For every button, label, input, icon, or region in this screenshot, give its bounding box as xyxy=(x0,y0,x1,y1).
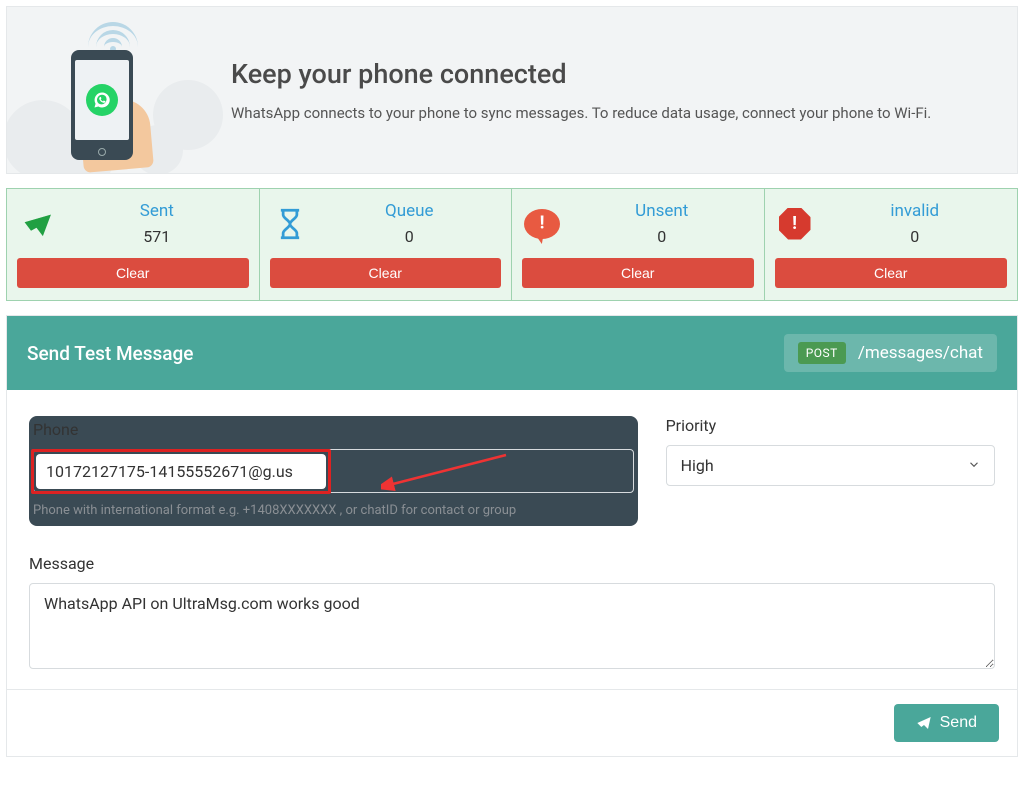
hourglass-icon xyxy=(270,204,310,244)
phone-label: Phone xyxy=(33,420,78,439)
clear-button[interactable]: Clear xyxy=(270,258,502,288)
priority-label: Priority xyxy=(666,416,995,435)
stat-title: Queue xyxy=(318,201,502,221)
panel-footer: Send xyxy=(7,689,1017,756)
send-test-panel: Send Test Message POST /messages/chat Ph… xyxy=(6,315,1018,757)
phone-input[interactable] xyxy=(36,454,326,489)
send-button-label: Send xyxy=(940,714,977,732)
stat-card-unsent: ! Unsent 0 Clear xyxy=(512,189,765,300)
stat-card-queue: Queue 0 Clear xyxy=(260,189,513,300)
stats-row: Sent 571 Clear Queue 0 Clear ! Unsent 0 xyxy=(6,188,1018,301)
priority-select[interactable]: High xyxy=(666,445,995,486)
banner-subtitle: WhatsApp connects to your phone to sync … xyxy=(231,104,931,122)
clear-button[interactable]: Clear xyxy=(775,258,1008,288)
banner-title: Keep your phone connected xyxy=(231,58,931,90)
stat-title: invalid xyxy=(823,201,1008,221)
stat-value: 0 xyxy=(318,227,502,246)
stat-value: 0 xyxy=(570,227,754,246)
panel-title: Send Test Message xyxy=(27,342,194,365)
paper-plane-icon xyxy=(916,715,932,731)
banner-illustration xyxy=(23,20,203,160)
whatsapp-icon xyxy=(86,84,118,116)
stat-card-invalid: ! invalid 0 Clear xyxy=(765,189,1018,300)
clear-button[interactable]: Clear xyxy=(17,258,249,288)
http-method-tag: POST xyxy=(798,342,846,364)
clear-button[interactable]: Clear xyxy=(522,258,754,288)
stat-value: 0 xyxy=(823,227,1008,246)
stat-value: 571 xyxy=(65,227,249,246)
panel-header: Send Test Message POST /messages/chat xyxy=(7,316,1017,390)
stop-warning-icon: ! xyxy=(775,204,815,244)
message-textarea[interactable]: WhatsApp API on UltraMsg.com works good xyxy=(29,583,995,669)
endpoint-path: /messages/chat xyxy=(858,343,983,363)
phone-highlight-annotation xyxy=(31,449,331,494)
message-label: Message xyxy=(29,554,995,573)
priority-field-group: Priority High xyxy=(666,416,995,526)
message-field-group: Message WhatsApp API on UltraMsg.com wor… xyxy=(29,554,995,669)
stat-title: Sent xyxy=(65,201,249,221)
phone-field-group: Phone Phone with international form xyxy=(29,416,638,526)
warning-bubble-icon: ! xyxy=(522,204,562,244)
stat-card-sent: Sent 571 Clear xyxy=(7,189,260,300)
send-button[interactable]: Send xyxy=(894,704,999,742)
phone-hint: Phone with international format e.g. +14… xyxy=(33,503,516,518)
stat-title: Unsent xyxy=(570,201,754,221)
phone-in-hand-icon xyxy=(71,50,133,160)
connection-banner: Keep your phone connected WhatsApp conne… xyxy=(6,6,1018,174)
paper-plane-icon xyxy=(17,204,57,244)
endpoint-box: POST /messages/chat xyxy=(784,334,997,372)
